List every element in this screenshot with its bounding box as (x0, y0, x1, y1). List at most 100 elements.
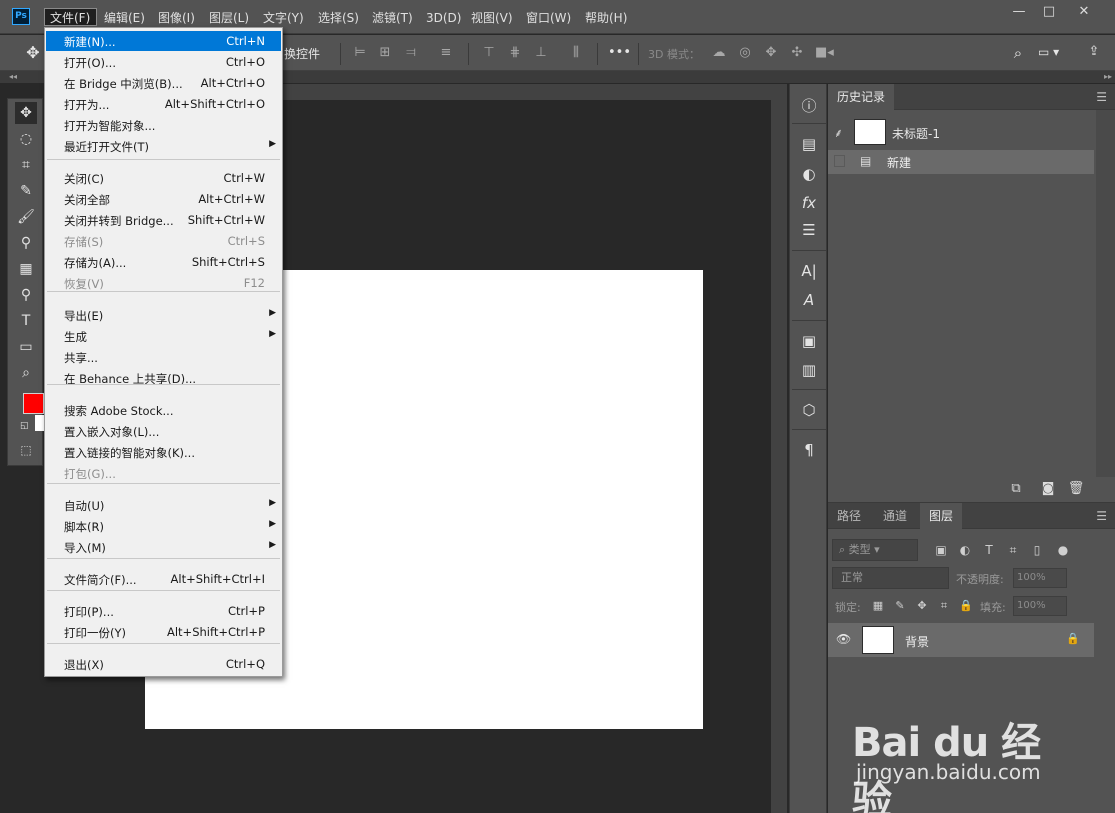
panel-menu-icon[interactable]: ☰ (1096, 509, 1107, 523)
file-menu-item[interactable]: 存储为(A)... Shift+Ctrl+S (46, 252, 281, 272)
menu-image[interactable]: 图像(I) (158, 9, 195, 27)
file-menu-item[interactable]: 打开(O)... Ctrl+O (46, 52, 281, 72)
history-snapshot[interactable]: ⸙ 未标题-1 (828, 116, 1094, 148)
file-menu-item[interactable]: 新建(N)... Ctrl+N (46, 31, 281, 51)
eye-icon[interactable]: 👁 (836, 632, 851, 646)
styles-fx-icon[interactable]: fx (797, 191, 821, 215)
maximize-button[interactable]: □ (1034, 2, 1064, 22)
file-menu-item[interactable]: 关闭全部 Alt+Ctrl+W (46, 189, 281, 209)
lock-image-icon[interactable]: ✎ (892, 598, 908, 614)
panels-collapse-strip[interactable]: ▸▸ (789, 71, 1115, 83)
history-brush-source-icon[interactable]: ⸙ (834, 124, 843, 141)
file-menu-item[interactable]: 最近打开文件(T) ▶ (46, 136, 281, 156)
blend-mode-select[interactable]: 正常 (832, 567, 949, 589)
lock-icon[interactable]: 🔒 (1066, 632, 1080, 645)
history-step[interactable]: ▤ 新建 (828, 150, 1094, 174)
tab-channels[interactable]: 通道 (874, 503, 916, 529)
search-icon[interactable]: ⌕ (1008, 43, 1028, 63)
file-menu-item[interactable]: 关闭(C) Ctrl+W (46, 168, 281, 188)
histogram-icon[interactable]: ▤ (797, 132, 821, 156)
filter-type-icon[interactable]: T (980, 541, 998, 559)
history-scrollbar[interactable] (1096, 110, 1115, 477)
3d-slide-icon[interactable]: ✣ (789, 44, 805, 62)
filter-smart-object-icon[interactable]: ▯ (1028, 541, 1046, 559)
file-menu-item[interactable]: 打印(P)... Ctrl+P (46, 601, 281, 621)
menu-3d[interactable]: 3D(D) (426, 9, 461, 27)
type-tool-icon[interactable]: T (15, 310, 37, 332)
share-icon[interactable]: ⇪ (1085, 44, 1103, 64)
file-menu-item[interactable]: 置入嵌入对象(L)... (46, 421, 281, 441)
close-button[interactable]: ✕ (1069, 2, 1099, 22)
menu-edit[interactable]: 编辑(E) (104, 9, 145, 27)
crop-tool-icon[interactable]: ⌗ (15, 154, 37, 176)
new-document-from-state-icon[interactable]: ⧉ (1006, 480, 1026, 498)
distribute-icon[interactable]: ≡ (438, 44, 454, 62)
layer-filter-select[interactable]: ⌕ 类型 ▾ (832, 539, 918, 561)
character-icon[interactable]: A| (797, 259, 821, 283)
file-menu-item[interactable]: 脚本(R) ▶ (46, 516, 281, 536)
3d-roll-icon[interactable]: ◎ (737, 44, 753, 62)
foreground-color-swatch[interactable] (23, 393, 44, 414)
align-middle-v-icon[interactable]: ⋕ (507, 44, 523, 62)
3d-pan-icon[interactable]: ✥ (763, 44, 779, 62)
align-center-h-icon[interactable]: ⊞ (377, 44, 393, 62)
file-menu-item[interactable]: 退出(X) Ctrl+Q (46, 654, 281, 674)
quick-mask-icon[interactable]: ⬚ (15, 441, 37, 459)
filter-shape-icon[interactable]: ⌗ (1004, 541, 1022, 559)
more-options-icon[interactable]: ••• (608, 44, 631, 62)
distribute-vertical-icon[interactable]: ⫼ (568, 44, 584, 62)
3d-scale-icon[interactable]: ■◂ (815, 44, 834, 62)
layer-row[interactable]: 👁 背景 🔒 (828, 623, 1094, 657)
dodge-tool-icon[interactable]: ⚲ (15, 284, 37, 306)
align-right-icon[interactable]: ⫤ (403, 44, 419, 62)
tab-layers[interactable]: 图层 (920, 503, 963, 529)
libraries-icon[interactable]: ☰ (797, 218, 821, 242)
3d-cube-icon[interactable]: ⬡ (797, 398, 821, 422)
file-menu-item[interactable]: 打印一份(Y) Alt+Shift+Ctrl+P (46, 622, 281, 642)
paragraph-icon[interactable]: ¶ (797, 438, 821, 462)
file-menu-item[interactable]: 在 Behance 上共享(D)... (46, 368, 281, 388)
move-tool-icon[interactable]: ✥ (15, 102, 37, 124)
file-menu-item[interactable]: 关闭并转到 Bridge... Shift+Ctrl+W (46, 210, 281, 230)
menu-file[interactable]: 文件(F) (44, 8, 97, 26)
file-menu-item[interactable]: 置入链接的智能对象(K)... (46, 442, 281, 462)
file-menu-item[interactable]: 导入(M) ▶ (46, 537, 281, 557)
zoom-tool-icon[interactable]: ⌕ (15, 362, 37, 384)
tab-history[interactable]: 历史记录 (828, 84, 895, 110)
move-tool-icon[interactable]: ✥ (22, 43, 44, 63)
default-colors-icon[interactable]: ◱ (20, 421, 29, 431)
3d-orbit-icon[interactable]: ☁ (711, 44, 727, 62)
filter-adjustment-icon[interactable]: ◐ (956, 541, 974, 559)
lock-all-icon[interactable]: 🔒 (958, 598, 974, 614)
properties-icon[interactable]: ▣ (797, 329, 821, 353)
brush-tool-icon[interactable]: 🖌 (15, 206, 37, 228)
lock-position-icon[interactable]: ✥ (914, 598, 930, 614)
rectangle-tool-icon[interactable]: ▭ (15, 336, 37, 358)
show-transform-controls-label[interactable]: 换控件 (284, 45, 320, 62)
panel-menu-icon[interactable]: ☰ (1096, 90, 1107, 104)
filter-pixel-icon[interactable]: ▣ (932, 541, 950, 559)
align-left-icon[interactable]: ⊨ (352, 44, 368, 62)
tab-paths[interactable]: 路径 (828, 503, 870, 529)
workspace-switcher-icon[interactable]: ▭ ▾ (1038, 45, 1074, 63)
opacity-field[interactable]: 100% (1013, 568, 1067, 588)
file-menu-item[interactable]: 打开为智能对象... (46, 115, 281, 135)
file-menu-item[interactable]: 自动(U) ▶ (46, 495, 281, 515)
gradient-tool-icon[interactable]: ▦ (15, 258, 37, 280)
file-menu-item[interactable]: 生成 ▶ (46, 326, 281, 346)
character-styles-icon[interactable]: A (797, 288, 821, 312)
trash-icon[interactable]: 🗑 (1066, 480, 1086, 498)
menu-filter[interactable]: 滤镜(T) (372, 9, 413, 27)
minimize-button[interactable]: — (1004, 2, 1034, 22)
snapshot-camera-icon[interactable]: ◙ (1038, 480, 1058, 498)
menu-view[interactable]: 视图(V) (471, 9, 513, 27)
lock-transparent-icon[interactable]: ▦ (870, 598, 886, 614)
filter-toggle-icon[interactable]: ● (1054, 541, 1072, 559)
align-bottom-icon[interactable]: ⊥ (533, 44, 549, 62)
notes-icon[interactable]: ▥ (797, 358, 821, 382)
menu-layer[interactable]: 图层(L) (209, 9, 249, 27)
lasso-tool-icon[interactable]: ◌ (15, 128, 37, 150)
file-menu-item[interactable]: 搜索 Adobe Stock... (46, 400, 281, 420)
file-menu-item[interactable]: 在 Bridge 中浏览(B)... Alt+Ctrl+O (46, 73, 281, 93)
lock-artboard-icon[interactable]: ⌗ (936, 598, 952, 614)
